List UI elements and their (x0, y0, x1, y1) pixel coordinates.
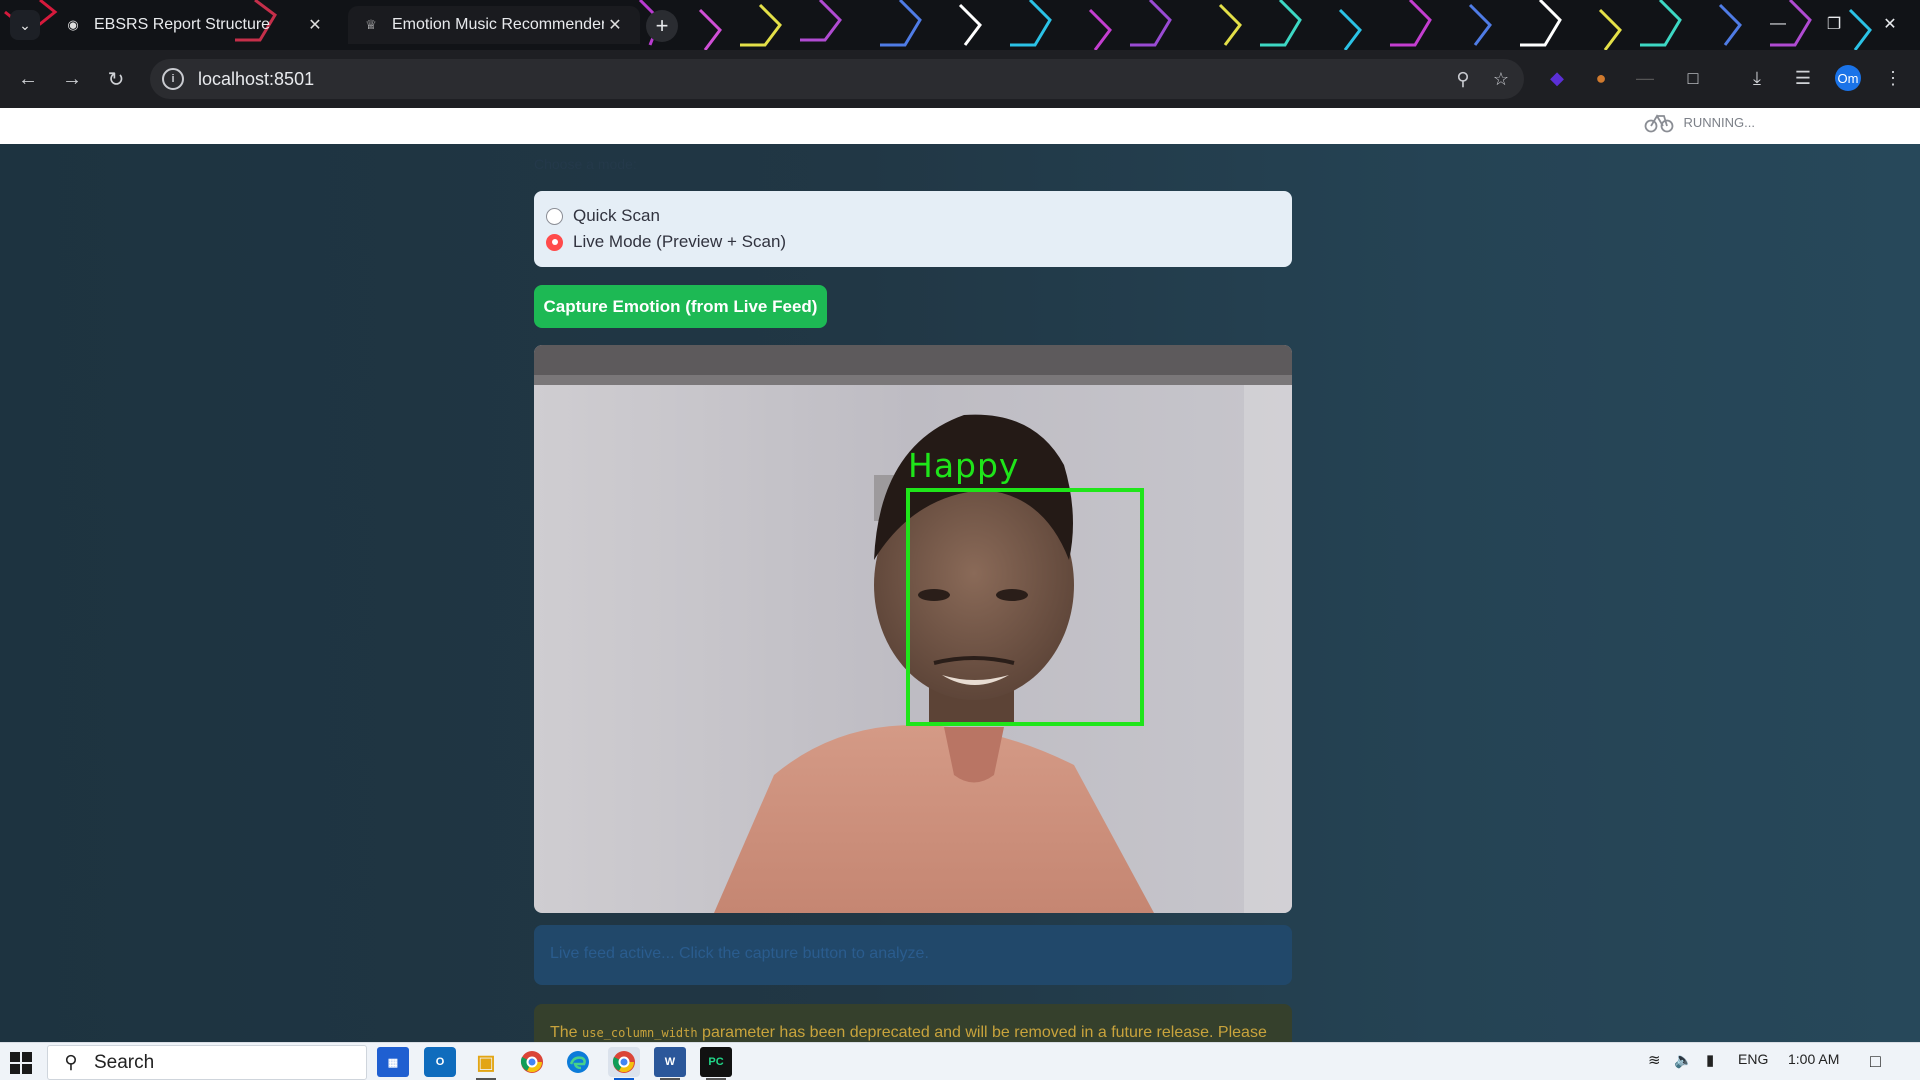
mode-label: Choose a mode: (534, 156, 637, 172)
address-bar[interactable]: i localhost:8501 ⚲ ☆ (150, 59, 1524, 99)
radio-option-live-mode[interactable]: Live Mode (Preview + Scan) (546, 229, 1280, 255)
running-status-text: RUNNING... (1683, 114, 1756, 130)
taskbar-word-icon[interactable]: W (654, 1047, 686, 1080)
close-icon[interactable]: ✕ (604, 14, 626, 36)
close-icon: ✕ (1883, 16, 1897, 33)
taskbar-outlook-icon[interactable]: O (424, 1047, 456, 1077)
volume-icon[interactable]: 🔈 (1674, 1051, 1693, 1069)
url-text[interactable]: localhost:8501 (198, 69, 1448, 90)
reload-icon: ↻ (107, 68, 125, 91)
arrow-right-icon: → (62, 67, 82, 90)
battery-icon[interactable]: ▮ (1706, 1051, 1714, 1069)
close-icon[interactable]: ✕ (304, 14, 326, 36)
tab-title: Emotion Music Recommender (392, 16, 604, 33)
detected-emotion-label: Happy (908, 446, 1020, 485)
zoom-icon[interactable]: ⚲ (1448, 64, 1478, 94)
clock[interactable]: 1:00 AM (1788, 1051, 1839, 1067)
taskbar-chrome-active-icon[interactable] (608, 1047, 640, 1080)
chevron-down-icon: ⌄ (19, 16, 31, 33)
extension-cookie-icon[interactable]: ● (1586, 63, 1616, 93)
taskbar-search[interactable]: ⚲ Search (47, 1045, 367, 1080)
tab-title: EBSRS Report Structure (94, 16, 271, 33)
site-info-icon[interactable]: i (162, 68, 184, 90)
warning-text-suffix: parameter has been deprecated and will b… (697, 1024, 1267, 1041)
notification-icon[interactable]: □ (1870, 1051, 1881, 1072)
network-icon[interactable]: ≋ (1648, 1051, 1661, 1069)
arrow-left-icon: ← (18, 67, 38, 90)
info-alert-text: Live feed active... Click the capture bu… (550, 945, 929, 962)
taskbar-pycharm-icon[interactable]: PC (700, 1047, 732, 1080)
close-window-button[interactable]: ✕ (1870, 8, 1910, 40)
new-tab-button[interactable]: + (646, 10, 678, 42)
streamlit-page: RUNNING... Choose a mode: Quick Scan Liv… (0, 108, 1920, 1042)
deprecation-warning: The use_column_width parameter has been … (534, 1004, 1292, 1042)
restore-icon: ❐ (1826, 16, 1842, 33)
tab-ebsrs-report[interactable]: ◉ EBSRS Report Structure ✕ (50, 6, 340, 44)
radio-button[interactable] (546, 207, 563, 225)
webcam-live-feed: Happy (534, 345, 1292, 913)
mode-radio-group: Quick Scan Live Mode (Preview + Scan) (534, 191, 1292, 267)
taskbar-store-icon[interactable]: ▦ (377, 1047, 409, 1077)
media-control-icon[interactable]: ☰ (1788, 63, 1818, 93)
tab-emotion-music-recommender[interactable]: ♕ Emotion Music Recommender ✕ (348, 6, 640, 44)
taskbar-edge-icon[interactable] (562, 1047, 594, 1077)
reload-button[interactable]: ↻ (100, 63, 132, 95)
radio-option-quick-scan[interactable]: Quick Scan (546, 203, 1280, 229)
extensions-puzzle-icon[interactable]: □ (1678, 63, 1708, 93)
running-bike-icon (1644, 114, 1673, 133)
webcam-image (534, 345, 1292, 913)
back-button[interactable]: ← (12, 63, 44, 95)
radio-button-selected[interactable] (546, 233, 563, 251)
taskbar-file-explorer-icon[interactable]: ▣ (470, 1047, 502, 1080)
running-status: RUNNING... (1644, 110, 1756, 134)
tab-search-button[interactable]: ⌄ (10, 10, 40, 40)
profile-avatar[interactable]: Om (1835, 65, 1861, 91)
extension-diamond-icon[interactable]: ◆ (1542, 63, 1572, 93)
crown-icon: ♕ (365, 17, 377, 32)
browser-menu-icon[interactable]: ⋮ (1878, 63, 1908, 93)
taskbar-chrome-icon[interactable] (516, 1047, 548, 1077)
minimize-button[interactable]: — (1758, 8, 1798, 40)
download-icon[interactable]: ⤓ (1742, 63, 1772, 93)
restore-button[interactable]: ❐ (1814, 8, 1854, 40)
taskbar-search-placeholder: Search (94, 1051, 155, 1073)
forward-button[interactable]: → (56, 63, 88, 95)
windows-taskbar: ⚲ Search ▦ O ▣ W PC ≋ 🔈 ▮ ENG 1:00 AM □ (0, 1042, 1920, 1080)
info-alert: Live feed active... Click the capture bu… (534, 925, 1292, 985)
browser-tab-bar: ⌄ ◉ EBSRS Report Structure ✕ ♕ Emotion M… (0, 0, 1920, 50)
bookmark-star-icon[interactable]: ☆ (1486, 64, 1516, 94)
extension-dash-icon[interactable]: — (1630, 63, 1660, 93)
radio-label: Quick Scan (573, 206, 660, 225)
search-icon: ⚲ (64, 1052, 78, 1072)
warning-code: use_column_width (582, 1026, 698, 1040)
warning-text-prefix: The (550, 1024, 583, 1041)
radio-label: Live Mode (Preview + Scan) (573, 232, 787, 251)
language-indicator[interactable]: ENG (1738, 1051, 1768, 1067)
windows-start-icon[interactable] (10, 1052, 32, 1074)
app-header: RUNNING... (0, 108, 1920, 144)
capture-emotion-button[interactable]: Capture Emotion (from Live Feed) (534, 285, 827, 328)
minimize-icon: — (1770, 15, 1786, 32)
globe-icon: ◉ (67, 17, 79, 32)
plus-icon: + (655, 13, 669, 38)
